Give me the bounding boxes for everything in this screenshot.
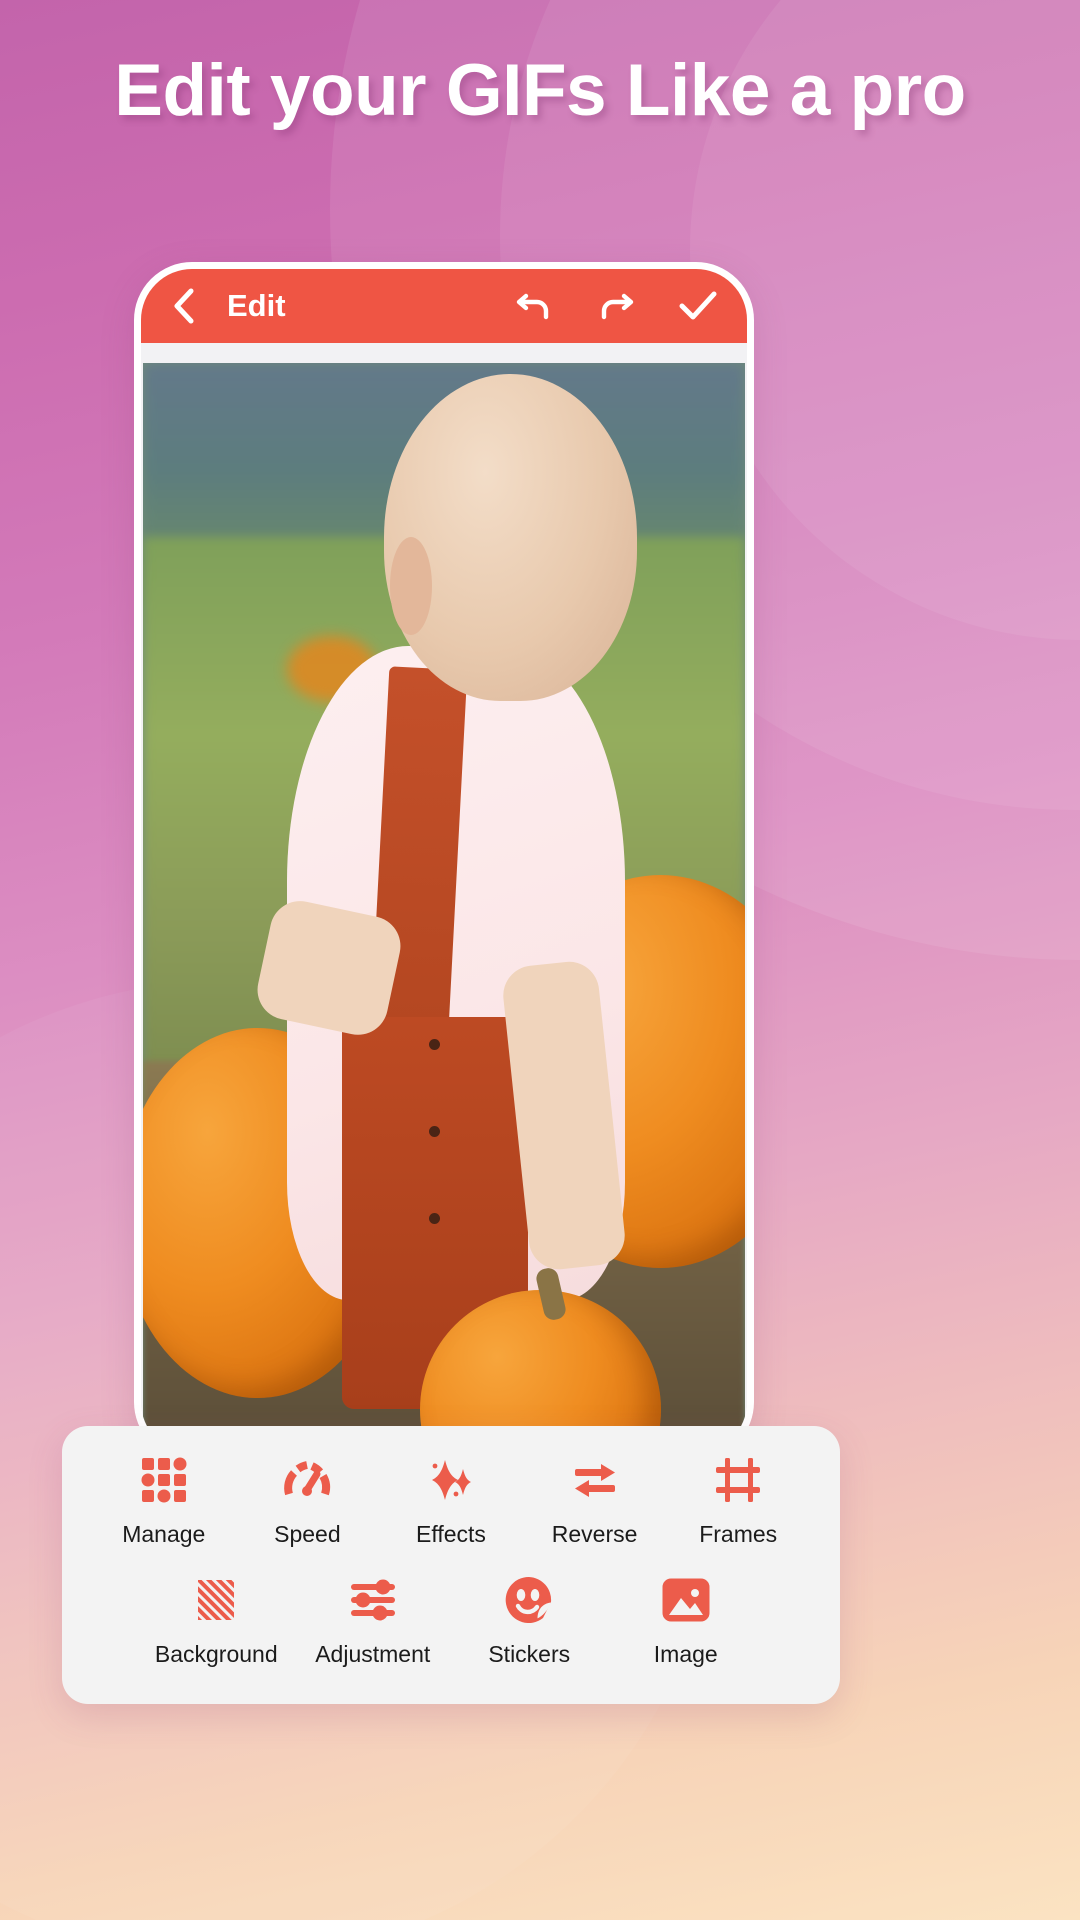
undo-icon (516, 293, 549, 320)
promo-screenshot: Edit your GIFs Like a pro Edit Manage Sp… (0, 0, 1080, 1920)
promo-headline: Edit your GIFs Like a pro (114, 50, 966, 131)
tool-label: Image (653, 1641, 718, 1667)
tool-label: Background (154, 1641, 278, 1667)
redo-icon (601, 293, 634, 320)
sparkles-icon (425, 1452, 477, 1508)
redo-button[interactable] (593, 283, 639, 329)
swap-arrows-icon (569, 1452, 621, 1508)
toolbar-row-2: Background Adjustment Stickers Image (92, 1572, 810, 1668)
hatch-pattern-icon (190, 1572, 242, 1628)
tool-label: Frames (699, 1521, 778, 1547)
photo-baby-button-1 (428, 1038, 440, 1050)
tool-label: Effects (416, 1521, 486, 1547)
tool-label: Adjustment (315, 1641, 431, 1667)
undo-button[interactable] (511, 283, 557, 329)
gif-preview[interactable] (143, 363, 745, 1453)
check-icon (679, 291, 717, 320)
back-button[interactable] (167, 288, 201, 324)
smiley-sticker-icon (503, 1572, 555, 1628)
toolbar-row-1: Manage Speed Effects Reverse Frames (92, 1452, 810, 1548)
tool-label: Speed (274, 1521, 341, 1547)
tool-stickers[interactable]: Stickers (465, 1572, 593, 1668)
tool-reverse[interactable]: Reverse (531, 1452, 659, 1548)
phone-frame: Edit (134, 262, 754, 1460)
done-button[interactable] (675, 283, 721, 329)
app-bar-title: Edit (227, 288, 286, 323)
tool-background[interactable]: Background (152, 1572, 280, 1668)
app-bar: Edit (141, 269, 747, 343)
editor-toolbar-card: Manage Speed Effects Reverse Frames Back… (62, 1426, 840, 1704)
editor-canvas-area (141, 343, 747, 1453)
sliders-icon (347, 1572, 399, 1628)
tool-frames[interactable]: Frames (674, 1452, 802, 1548)
photo-baby-ear (389, 537, 432, 636)
tool-adjustment[interactable]: Adjustment (309, 1572, 437, 1668)
tool-speed[interactable]: Speed (243, 1452, 371, 1548)
tool-label: Reverse (551, 1521, 638, 1547)
photo-baby-head (383, 373, 637, 701)
crop-frames-icon (712, 1452, 764, 1508)
chevron-left-icon (174, 288, 194, 324)
tool-label: Manage (122, 1521, 206, 1547)
picture-icon (660, 1572, 712, 1628)
tool-manage[interactable]: Manage (100, 1452, 228, 1548)
speedometer-icon (281, 1452, 333, 1508)
photo-baby-button-2 (428, 1126, 440, 1137)
tool-effects[interactable]: Effects (387, 1452, 515, 1548)
tool-image[interactable]: Image (622, 1572, 750, 1668)
tool-label: Stickers (488, 1641, 571, 1667)
grid-manage-icon (138, 1452, 190, 1508)
